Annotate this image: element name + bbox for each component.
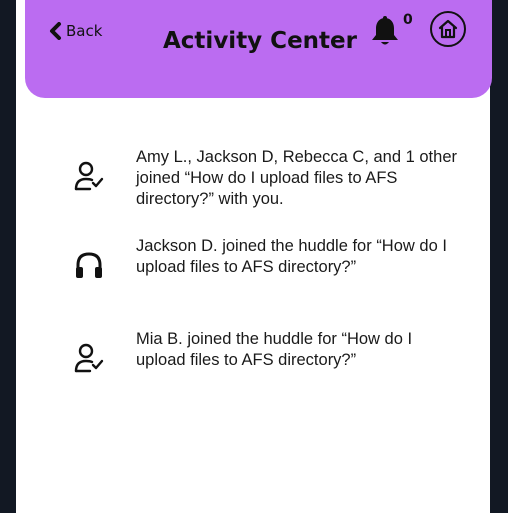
headphones-icon — [74, 251, 104, 281]
left-border — [0, 0, 16, 513]
user-check-icon — [74, 343, 104, 373]
activity-text: Jackson D. joined the huddle for “How do… — [136, 237, 447, 276]
header-bar: Back Activity Center 0 — [25, 0, 492, 98]
activity-text: Amy L., Jackson D, Rebecca C, and 1 othe… — [136, 148, 457, 208]
back-label: Back — [66, 22, 103, 40]
activity-screen: Back Activity Center 0 Amy L., Jackson D… — [16, 0, 492, 513]
home-button[interactable] — [430, 11, 466, 47]
home-icon — [438, 19, 458, 39]
activity-text: Mia B. joined the huddle for “How do I u… — [136, 330, 413, 369]
user-check-icon — [74, 161, 104, 191]
notification-count-badge: 0 — [403, 12, 413, 28]
app-frame: Back Activity Center 0 Amy L., Jackson D… — [0, 0, 508, 513]
back-button[interactable]: Back — [48, 20, 102, 42]
notifications-button[interactable] — [370, 16, 400, 48]
bell-icon — [372, 16, 398, 45]
chevron-left-icon — [50, 22, 61, 40]
right-border — [490, 0, 508, 513]
page-title: Activity Center — [163, 28, 357, 54]
